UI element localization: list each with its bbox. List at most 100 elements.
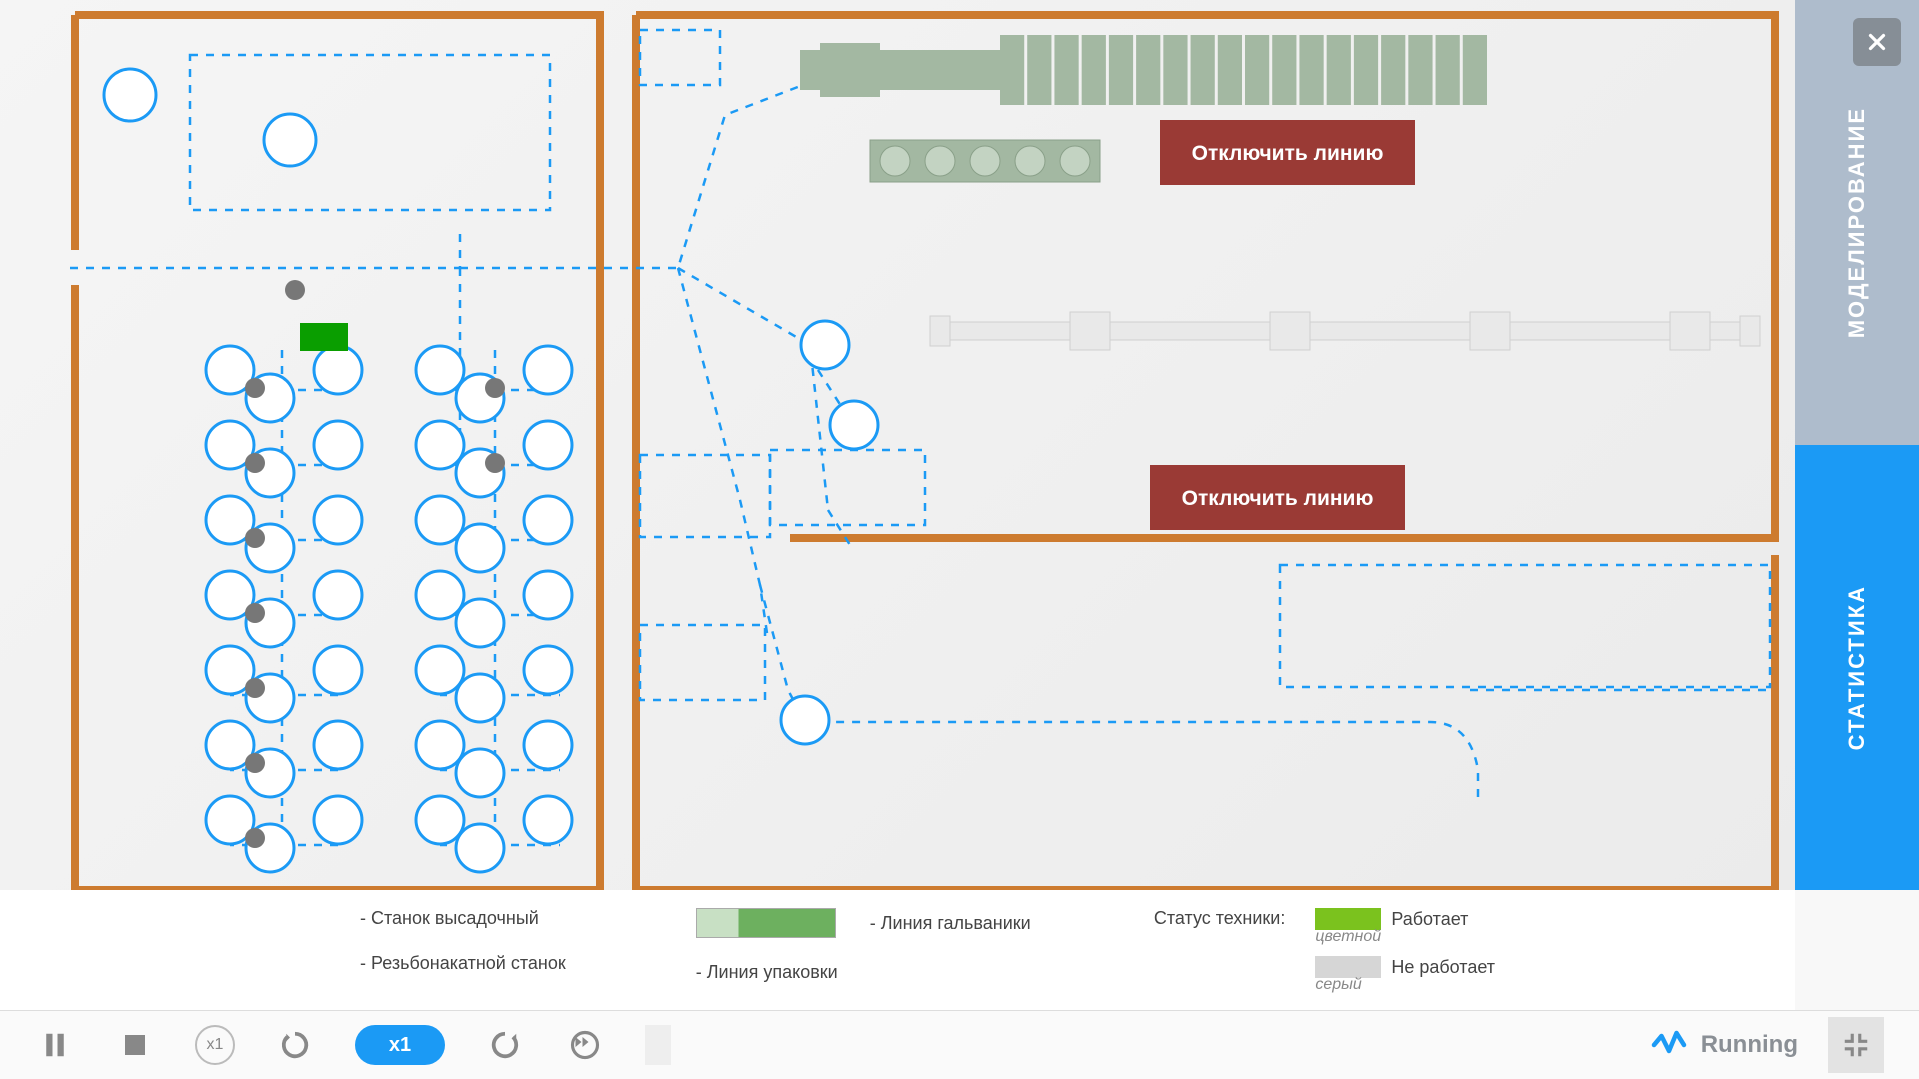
fast-forward-button[interactable] <box>565 1025 605 1065</box>
agv-node <box>485 453 505 473</box>
machine-station[interactable] <box>314 571 362 619</box>
agv-node <box>245 453 265 473</box>
machine-station[interactable] <box>524 721 572 769</box>
machine-station[interactable] <box>524 496 572 544</box>
station-circle[interactable] <box>264 114 316 166</box>
galvanic-segment <box>1327 35 1351 105</box>
rewind-icon <box>280 1030 310 1060</box>
playback-toolbar: x1 x1 Running <box>0 1010 1919 1079</box>
galvanic-segment <box>1299 35 1323 105</box>
machine-station[interactable] <box>416 346 464 394</box>
agv-node <box>245 378 265 398</box>
floor-plan-svg: Отключить линию Отключить линию <box>0 0 1795 890</box>
tab-modeling[interactable]: МОДЕЛИРОВАНИЕ <box>1795 0 1919 445</box>
legend-thread: - Резьбонакатной станок <box>360 953 566 974</box>
packing-line <box>950 322 1740 340</box>
rewind-button[interactable] <box>275 1025 315 1065</box>
legend-galvanic: - Линия гальваники <box>870 913 1031 934</box>
machine-station[interactable] <box>314 421 362 469</box>
stop-button[interactable] <box>115 1025 155 1065</box>
machine-station[interactable] <box>314 646 362 694</box>
buffer-area <box>770 450 925 525</box>
buffer-area <box>640 455 770 537</box>
close-button[interactable] <box>1853 18 1901 66</box>
divider <box>645 1025 671 1065</box>
agv-node <box>285 280 305 300</box>
conveyor-wheel <box>1015 146 1045 176</box>
path-connector <box>70 232 460 268</box>
machine-station[interactable] <box>524 646 572 694</box>
svg-text:Отключить линию: Отключить линию <box>1182 487 1374 510</box>
machine-station[interactable] <box>524 571 572 619</box>
close-icon <box>1864 29 1890 55</box>
agv-node <box>245 528 265 548</box>
path-connector <box>460 85 803 460</box>
sim-status-text: Running <box>1701 1031 1798 1059</box>
svg-text:Отключить линию: Отключить линию <box>1192 142 1384 165</box>
galvanic-segment <box>1027 35 1051 105</box>
station-circle[interactable] <box>781 696 829 744</box>
tab-statistics[interactable]: СТАТИСТИКА <box>1795 445 1919 890</box>
galvanic-segment <box>1381 35 1405 105</box>
machine-station[interactable] <box>524 346 572 394</box>
machine-station[interactable] <box>524 796 572 844</box>
machine-station[interactable] <box>456 749 504 797</box>
agv-node <box>245 678 265 698</box>
machine-station[interactable] <box>456 524 504 572</box>
galvanic-line-icon <box>696 908 836 938</box>
station-circle[interactable] <box>104 69 156 121</box>
disable-line-button[interactable]: Отключить линию <box>1160 120 1415 185</box>
legend-notworking: Не работает <box>1391 957 1495 978</box>
agv-node <box>485 378 505 398</box>
buffer-area <box>640 625 765 700</box>
galvanic-segment <box>1408 35 1432 105</box>
galvanic-segment <box>1245 35 1269 105</box>
machine-station[interactable] <box>456 824 504 872</box>
conveyor-wheel <box>970 146 1000 176</box>
galvanic-segment <box>1354 35 1378 105</box>
machine-station[interactable] <box>416 421 464 469</box>
minimize-button[interactable] <box>1828 1017 1884 1073</box>
speed-indicator[interactable]: x1 <box>355 1025 445 1065</box>
machine-station[interactable] <box>314 796 362 844</box>
machine-station[interactable] <box>456 599 504 647</box>
buffer-area <box>1280 565 1770 687</box>
galvanic-segment <box>1109 35 1133 105</box>
ff-icon <box>570 1030 600 1060</box>
legend-notworking-sub: серый <box>1315 976 1495 994</box>
galvanic-segment <box>1163 35 1187 105</box>
simulation-canvas: Отключить линию Отключить линию <box>0 0 1795 890</box>
machine-station[interactable] <box>416 571 464 619</box>
legend-working-sub: цветной <box>1315 928 1495 946</box>
speed-down-button[interactable]: x1 <box>195 1025 235 1065</box>
machine-station[interactable] <box>416 496 464 544</box>
machine-station[interactable] <box>314 346 362 394</box>
path-connector <box>760 510 1478 800</box>
machine-station[interactable] <box>314 721 362 769</box>
galvanic-segment <box>1436 35 1460 105</box>
machine-station[interactable] <box>416 646 464 694</box>
legend-packing: - Линия упаковки <box>696 962 838 983</box>
machine-station[interactable] <box>416 796 464 844</box>
machine-station[interactable] <box>314 496 362 544</box>
minimize-icon <box>1841 1030 1871 1060</box>
speed-up-button[interactable] <box>485 1025 525 1065</box>
side-tabs: МОДЕЛИРОВАНИЕ СТАТИСТИКА <box>1795 0 1919 890</box>
station-circle[interactable] <box>801 321 849 369</box>
forklift[interactable] <box>300 323 348 351</box>
sim-status: Running <box>1651 1027 1798 1063</box>
galvanic-segment <box>1082 35 1106 105</box>
pause-icon <box>40 1030 70 1060</box>
galvanic-segment <box>1191 35 1215 105</box>
status-notworking-swatch <box>1315 956 1381 978</box>
machine-station[interactable] <box>456 674 504 722</box>
disable-line-button[interactable]: Отключить линию <box>1150 465 1405 530</box>
machine-station[interactable] <box>524 421 572 469</box>
pause-button[interactable] <box>35 1025 75 1065</box>
buffer-area <box>640 30 720 85</box>
speedup-icon <box>490 1030 520 1060</box>
machine-station[interactable] <box>416 721 464 769</box>
conveyor-wheel <box>1060 146 1090 176</box>
station-circle[interactable] <box>830 401 878 449</box>
galvanic-segment <box>1000 35 1024 105</box>
